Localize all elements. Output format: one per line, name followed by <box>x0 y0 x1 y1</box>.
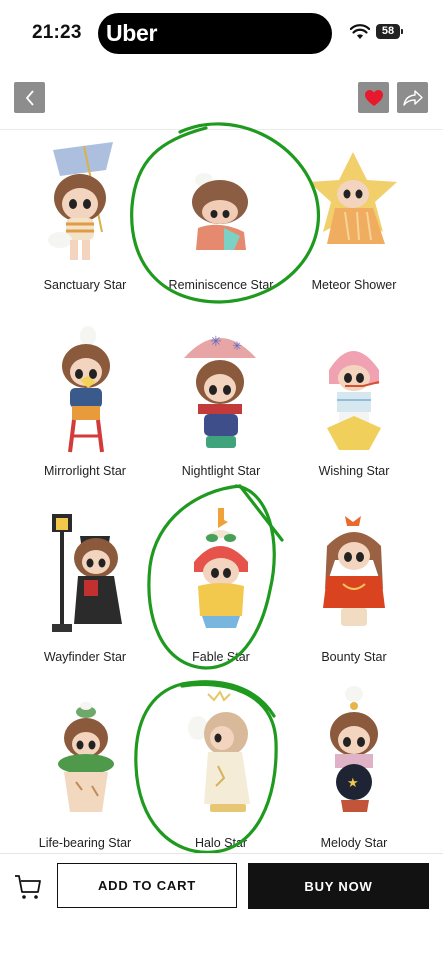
buy-now-button[interactable]: BUY NOW <box>248 863 429 909</box>
figure-image <box>62 326 110 453</box>
back-button[interactable] <box>14 82 45 113</box>
product-name: Bounty Star <box>321 650 387 664</box>
product-name: Mirrorlight Star <box>44 464 126 478</box>
chevron-left-icon <box>25 89 34 106</box>
svg-text:✳: ✳ <box>210 333 222 349</box>
dynamic-island-pill[interactable]: Uber <box>98 13 332 54</box>
figure-image <box>52 514 122 632</box>
battery-indicator: 58 <box>376 24 403 39</box>
product-grid: Sanctuary Star Reminiscence Star Meteor … <box>0 130 443 852</box>
figure-image <box>323 516 385 626</box>
figure-image <box>48 142 113 260</box>
status-bar: 21:23 Uber 58 <box>0 0 443 66</box>
app-pill-text: Uber <box>106 20 158 46</box>
svg-text:★: ★ <box>347 775 359 790</box>
product-name: Life-bearing Star <box>38 836 132 850</box>
product-name: Nightlight Star <box>181 464 261 478</box>
add-to-cart-button[interactable]: ADD TO CART <box>57 863 237 908</box>
product-card[interactable]: Sanctuary Star <box>18 132 152 302</box>
product-card[interactable]: Mirrorlight Star <box>18 320 152 490</box>
bottom-action-bar: ADD TO CART BUY NOW <box>0 853 443 961</box>
figure-image <box>327 351 381 450</box>
product-name: Meteor Shower <box>311 278 397 292</box>
figure-image <box>188 690 250 812</box>
product-card[interactable]: Halo Star <box>154 686 288 856</box>
product-card[interactable]: ★ Melody Star <box>287 686 421 856</box>
figure-image <box>58 702 114 812</box>
svg-text:✳: ✳ <box>232 339 242 353</box>
wifi-icon <box>350 24 370 39</box>
product-card[interactable]: Fable Star <box>154 500 288 670</box>
product-card[interactable]: Reminiscence Star <box>154 132 288 302</box>
product-name: Sanctuary Star <box>43 278 127 292</box>
status-time: 21:23 <box>32 22 82 43</box>
product-card[interactable]: Wishing Star <box>287 320 421 490</box>
product-name: Wishing Star <box>318 464 390 478</box>
product-toolbar <box>0 78 443 122</box>
heart-icon <box>364 89 383 106</box>
product-name: Halo Star <box>194 836 248 850</box>
share-arrow-icon <box>402 89 423 106</box>
product-name: Fable Star <box>192 650 250 664</box>
cart-icon[interactable] <box>14 874 42 900</box>
product-name: Reminiscence Star <box>168 278 274 292</box>
product-card[interactable]: Bounty Star <box>287 500 421 670</box>
figure-image: ★ <box>330 686 378 812</box>
share-button[interactable] <box>397 82 428 113</box>
product-card[interactable]: Meteor Shower <box>287 132 421 302</box>
product-name: Melody Star <box>320 836 388 850</box>
figure-image <box>309 152 397 244</box>
product-name: Wayfinder Star <box>43 650 127 664</box>
figure-image: ✳ ✳ <box>184 333 256 448</box>
figure-image <box>192 173 248 250</box>
favorite-button[interactable] <box>358 82 389 113</box>
product-card[interactable]: Life-bearing Star <box>18 686 152 856</box>
product-card[interactable]: ✳ ✳ Nightlight Star <box>154 320 288 490</box>
product-card[interactable]: Wayfinder Star <box>18 500 152 670</box>
figure-image <box>194 508 248 628</box>
